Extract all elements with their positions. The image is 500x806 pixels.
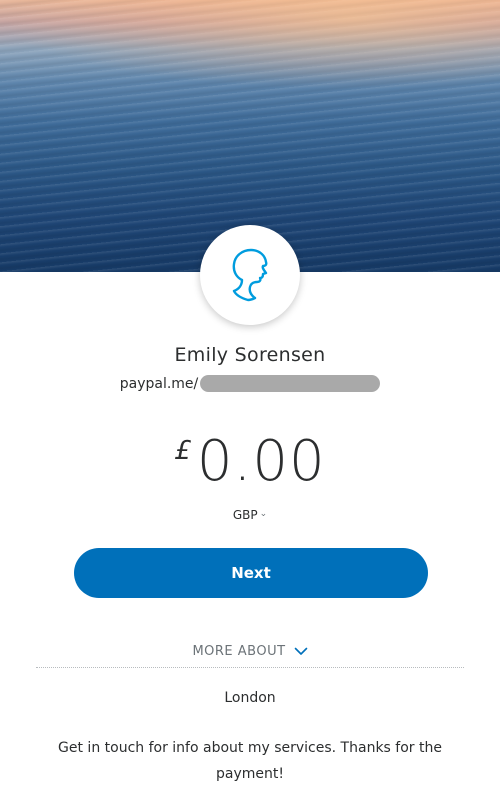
- divider: [36, 667, 464, 668]
- amount-input[interactable]: 0.00: [197, 430, 326, 494]
- amount-display[interactable]: £ 0.00: [0, 430, 500, 494]
- redacted-username: [200, 375, 381, 392]
- more-about-label: MORE ABOUT: [192, 644, 286, 659]
- profile-page: Emily Sorensen paypal.me/ £ 0.00 GBP ⌄ Ne…: [0, 0, 500, 806]
- paypal-me-link: paypal.me/: [0, 375, 500, 392]
- more-about-toggle[interactable]: MORE ABOUT: [0, 644, 500, 659]
- currency-code: GBP: [232, 508, 258, 522]
- currency-symbol: £: [174, 436, 191, 466]
- profile-name: Emily Sorensen: [174, 344, 326, 366]
- chevron-down-icon: [294, 647, 307, 655]
- paypal-me-link-prefix: paypal.me/: [119, 375, 199, 392]
- cover-sunset-glow: [0, 0, 500, 90]
- profile-location: London: [224, 690, 276, 706]
- person-head-silhouette-icon: [232, 248, 268, 302]
- next-button[interactable]: Next: [74, 548, 428, 598]
- avatar: [200, 225, 300, 325]
- currency-selector[interactable]: GBP ⌄: [0, 508, 500, 522]
- profile-bio: Get in touch for info about my services.…: [58, 740, 442, 782]
- chevron-down-icon: ⌄: [259, 509, 268, 519]
